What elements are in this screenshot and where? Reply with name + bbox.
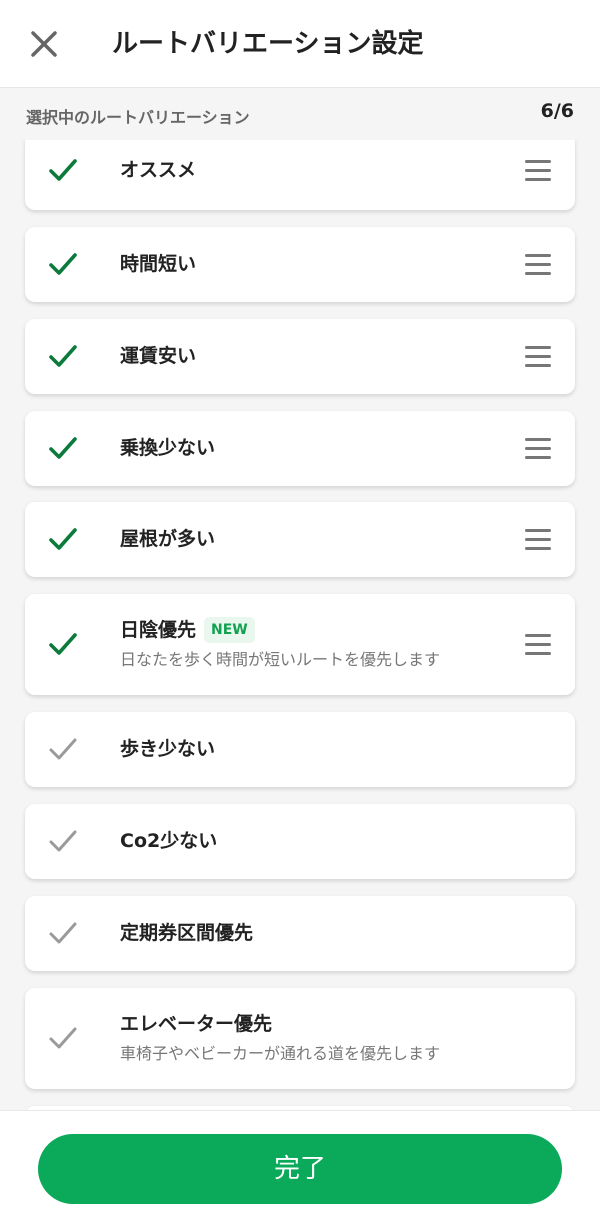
check-icon[interactable]	[47, 1022, 79, 1054]
check-icon[interactable]	[47, 248, 79, 280]
page-title: ルートバリエーション設定	[112, 29, 424, 59]
route-option-text: 定期券区間優先	[120, 919, 253, 947]
selection-count: 6/6	[540, 100, 574, 122]
check-icon[interactable]	[47, 917, 79, 949]
route-option-less-walking[interactable]: 歩き少ない	[25, 712, 575, 787]
route-option-label: オススメ	[120, 159, 197, 181]
route-option-label: 屋根が多い	[120, 528, 216, 550]
done-button[interactable]: 完了	[38, 1134, 562, 1204]
route-option-commuter-pass[interactable]: 定期券区間優先	[25, 896, 575, 971]
check-icon[interactable]	[47, 825, 79, 857]
route-option-text: 乗換少ない	[120, 434, 215, 462]
route-option-cheapest[interactable]: 運賃安い	[25, 319, 575, 394]
drag-handle-icon[interactable]	[523, 634, 553, 658]
route-variation-list[interactable]: オススメ 時間短い 運賃安い 乗換少ない 屋根が多い 日陰優先 NEW 日なたを…	[0, 140, 600, 1110]
drag-handle-icon[interactable]	[523, 529, 553, 553]
route-option-label: 定期券区間優先	[120, 922, 254, 944]
close-icon	[31, 31, 57, 57]
footer-bar: 完了	[0, 1110, 600, 1224]
route-option-text: Co2少ない	[120, 827, 217, 855]
drag-handle-icon[interactable]	[523, 160, 553, 184]
route-option-text: エレベーター優先 車椅子やベビーカーが通れる道を優先します	[120, 1010, 440, 1066]
drag-handle-icon[interactable]	[523, 254, 553, 278]
header-bar: ルートバリエーション設定	[0, 0, 600, 88]
route-option-text: 屋根が多い	[120, 525, 215, 553]
route-option-low-co2[interactable]: Co2少ない	[25, 804, 575, 879]
route-option-label: 乗換少ない	[120, 437, 216, 459]
check-icon[interactable]	[47, 628, 79, 660]
selection-summary: 選択中のルートバリエーション 6/6	[0, 96, 600, 136]
route-option-description: 車椅子やベビーカーが通れる道を優先します	[120, 1044, 441, 1063]
route-option-text: 日陰優先 NEW 日なたを歩く時間が短いルートを優先します	[120, 616, 440, 672]
route-option-label: 日陰優先	[120, 619, 197, 641]
check-icon[interactable]	[47, 733, 79, 765]
drag-handle-icon[interactable]	[523, 346, 553, 370]
drag-handle-icon[interactable]	[523, 438, 553, 462]
route-option-fastest[interactable]: 時間短い	[25, 227, 575, 302]
check-icon[interactable]	[47, 432, 79, 464]
check-icon[interactable]	[47, 523, 79, 555]
route-option-covered[interactable]: 屋根が多い	[25, 502, 575, 577]
route-option-fewer-transfers[interactable]: 乗換少ない	[25, 411, 575, 486]
close-button[interactable]	[24, 24, 64, 64]
route-option-text: 歩き少ない	[120, 735, 215, 763]
route-option-label: 時間短い	[120, 253, 197, 275]
check-icon[interactable]	[47, 154, 79, 186]
check-icon[interactable]	[47, 340, 79, 372]
route-option-text: 時間短い	[120, 250, 196, 278]
route-option-osusume[interactable]: オススメ	[25, 140, 575, 210]
route-option-label: Co2少ない	[120, 830, 218, 852]
route-option-label: エレベーター優先	[120, 1013, 273, 1035]
route-option-text: オススメ	[120, 156, 196, 184]
new-badge: NEW	[204, 617, 255, 643]
selection-summary-label: 選択中のルートバリエーション	[26, 108, 250, 127]
route-option-text: 運賃安い	[120, 342, 196, 370]
route-option-elevator[interactable]: エレベーター優先 車椅子やベビーカーが通れる道を優先します	[25, 988, 575, 1089]
route-option-description: 日なたを歩く時間が短いルートを優先します	[120, 650, 441, 669]
route-option-label: 歩き少ない	[120, 738, 216, 760]
route-option-shade[interactable]: 日陰優先 NEW 日なたを歩く時間が短いルートを優先します	[25, 594, 575, 695]
route-option-label: 運賃安い	[120, 345, 197, 367]
